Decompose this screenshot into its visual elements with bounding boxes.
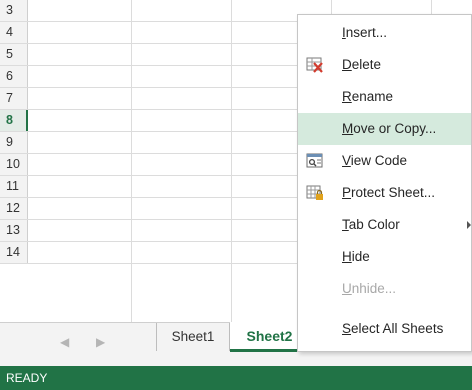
row-header[interactable]: 10 — [0, 154, 28, 175]
row-header[interactable]: 11 — [0, 176, 28, 197]
menu-item-label: Move or Copy... — [342, 121, 437, 136]
menu-item-delete[interactable]: Delete — [298, 49, 471, 81]
row-header[interactable]: 6 — [0, 66, 28, 87]
menu-item-move-or-copy[interactable]: Move or Copy... — [298, 113, 471, 145]
row-header[interactable]: 14 — [0, 242, 28, 263]
menu-item-protect-sheet[interactable]: Protect Sheet... — [298, 177, 471, 209]
sheet-tab-context-menu: Insert... Delete Rename Move or Copy... — [297, 14, 472, 352]
row-header[interactable]: 5 — [0, 44, 28, 65]
menu-item-label: Select All Sheets — [342, 321, 444, 336]
status-text: READY — [6, 371, 48, 385]
scroll-tabs-right-icon[interactable]: ▶ — [96, 335, 105, 349]
row-header[interactable]: 13 — [0, 220, 28, 241]
row-header[interactable]: 7 — [0, 88, 28, 109]
menu-item-view-code[interactable]: View Code — [298, 145, 471, 177]
menu-item-label: Tab Color — [342, 217, 400, 232]
menu-item-rename[interactable]: Rename — [298, 81, 471, 113]
menu-item-label: View Code — [342, 153, 408, 168]
menu-item-hide[interactable]: Hide — [298, 241, 471, 273]
row-header[interactable]: 3 — [0, 0, 28, 21]
menu-item-insert[interactable]: Insert... — [298, 17, 471, 49]
delete-sheet-icon — [306, 57, 324, 73]
row-header[interactable]: 9 — [0, 132, 28, 153]
menu-item-label: Insert... — [342, 25, 388, 40]
row-header-selected[interactable]: 8 — [0, 110, 28, 131]
tab-sheet1[interactable]: Sheet1 — [156, 323, 230, 351]
menu-item-label: Protect Sheet... — [342, 185, 436, 200]
view-code-icon — [306, 153, 324, 169]
menu-item-unhide: Unhide... — [298, 273, 471, 305]
menu-item-label: Delete — [342, 57, 382, 72]
menu-item-label: Hide — [342, 249, 370, 264]
scroll-tabs-left-icon[interactable]: ◀ — [60, 335, 69, 349]
menu-item-label: Rename — [342, 89, 394, 104]
submenu-arrow-icon — [467, 221, 471, 229]
menu-item-select-all-sheets[interactable]: Select All Sheets — [298, 313, 471, 345]
menu-item-label: Unhide... — [342, 281, 397, 296]
row-header[interactable]: 12 — [0, 198, 28, 219]
status-bar: READY — [0, 366, 472, 390]
protect-sheet-icon — [306, 185, 324, 201]
menu-item-tab-color[interactable]: Tab Color — [298, 209, 471, 241]
row-header[interactable]: 4 — [0, 22, 28, 43]
